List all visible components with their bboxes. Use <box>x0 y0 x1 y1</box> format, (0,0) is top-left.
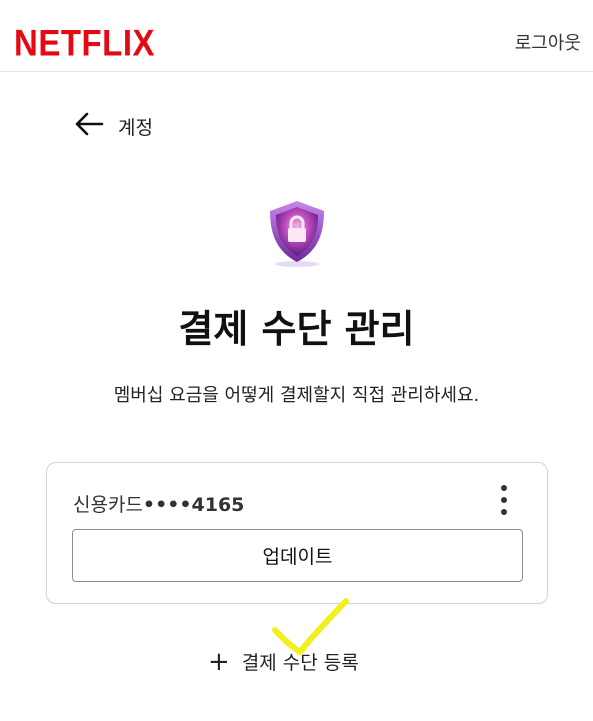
payment-method-label: 신용카드••••4165 <box>73 490 244 517</box>
plus-icon: + <box>208 646 230 677</box>
checkmark-annotation <box>272 598 349 655</box>
arrow-left-icon <box>74 111 104 141</box>
update-button[interactable]: 업데이트 <box>72 529 523 582</box>
card-masked-number: ••••4165 <box>142 494 245 516</box>
page-title: 결제 수단 관리 <box>178 307 415 351</box>
top-header: NETFLIX 로그아웃 <box>0 0 593 72</box>
back-label: 계정 <box>118 116 153 139</box>
page-subtitle: 멤버십 요금을 어떻게 결제할지 직접 관리하세요. <box>113 385 480 406</box>
logout-link[interactable]: 로그아웃 <box>515 29 581 55</box>
more-vertical-icon[interactable] <box>499 485 509 515</box>
netflix-logo[interactable]: NETFLIX <box>14 22 155 65</box>
back-to-account-link[interactable]: 계정 <box>74 111 153 141</box>
payment-method-card: 신용카드••••4165 업데이트 <box>46 462 548 604</box>
shield-lock-icon <box>270 201 324 267</box>
card-type: 신용카드 <box>73 494 143 516</box>
